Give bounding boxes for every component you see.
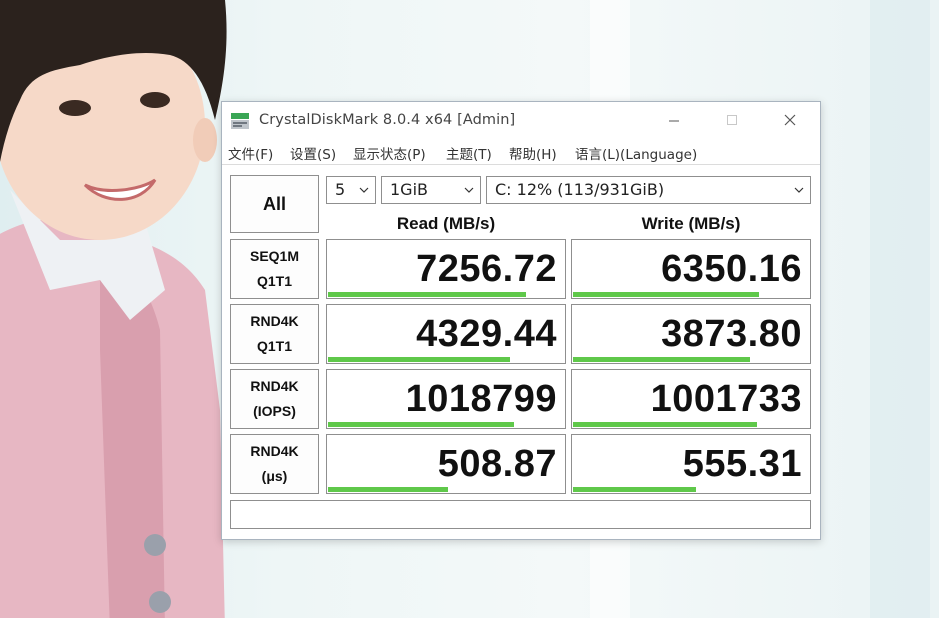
test-count-value: 5 bbox=[335, 180, 346, 199]
rnd4k-iops-test-button[interactable]: RND4K (IOPS) bbox=[230, 369, 319, 429]
write-column-header: Write (MB/s) bbox=[641, 214, 741, 233]
write-result-cell: 6350.16 bbox=[571, 239, 811, 299]
drive-value: C: 12% (113/931GiB) bbox=[495, 180, 665, 199]
rnd4k-q1t1-test-button[interactable]: RND4K Q1T1 bbox=[230, 304, 319, 364]
menu-help[interactable]: 帮助(H) bbox=[509, 143, 557, 163]
read-result-cell: 4329.44 bbox=[326, 304, 566, 364]
minimize-icon bbox=[669, 120, 679, 122]
write-result-cell: 1001733 bbox=[571, 369, 811, 429]
row-label-line2: Q1T1 bbox=[256, 338, 292, 354]
write-progress-bar bbox=[573, 357, 750, 362]
row-label-line1: RND4K bbox=[250, 313, 299, 329]
menu-theme[interactable]: 主题(T) bbox=[446, 143, 492, 163]
crystaldiskmark-window: CrystalDiskMark 8.0.4 x64 [Admin] 文件(F) … bbox=[221, 101, 821, 540]
test-size-value: 1GiB bbox=[390, 180, 428, 199]
write-result-value: 3873.80 bbox=[661, 313, 802, 355]
seq1m-q1t1-test-button[interactable]: SEQ1M Q1T1 bbox=[230, 239, 319, 299]
title-bar[interactable]: CrystalDiskMark 8.0.4 x64 [Admin] bbox=[222, 102, 820, 140]
test-count-select[interactable]: 5 bbox=[326, 176, 376, 204]
row-label-line2: (IOPS) bbox=[253, 403, 296, 419]
close-icon bbox=[784, 114, 796, 126]
write-progress-bar bbox=[573, 292, 759, 297]
read-result-value: 508.87 bbox=[437, 443, 557, 485]
window-title: CrystalDiskMark 8.0.4 x64 [Admin] bbox=[259, 112, 516, 128]
write-result-value: 1001733 bbox=[650, 378, 802, 420]
read-result-value: 4329.44 bbox=[416, 313, 557, 355]
maximize-icon bbox=[727, 115, 737, 125]
chevron-down-icon bbox=[794, 187, 804, 193]
read-result-value: 1018799 bbox=[405, 378, 557, 420]
menu-language[interactable]: 语言(L)(Language) bbox=[575, 143, 697, 163]
maximize-button[interactable] bbox=[710, 106, 754, 136]
child-photo bbox=[0, 0, 227, 618]
close-button[interactable] bbox=[768, 106, 812, 136]
row-label-line2: Q1T1 bbox=[256, 273, 292, 289]
chevron-down-icon bbox=[359, 187, 369, 193]
drive-select[interactable]: C: 12% (113/931GiB) bbox=[486, 176, 811, 204]
background-window-frame bbox=[870, 0, 930, 618]
read-result-cell: 1018799 bbox=[326, 369, 566, 429]
write-result-cell: 555.31 bbox=[571, 434, 811, 494]
menu-display-status[interactable]: 显示状态(P) bbox=[353, 143, 426, 163]
read-progress-bar bbox=[328, 422, 514, 427]
chevron-down-icon bbox=[464, 187, 474, 193]
menu-settings[interactable]: 设置(S) bbox=[290, 143, 336, 163]
menu-file[interactable]: 文件(F) bbox=[228, 143, 273, 163]
write-result-cell: 3873.80 bbox=[571, 304, 811, 364]
write-progress-bar bbox=[573, 422, 757, 427]
row-label-line1: RND4K bbox=[250, 378, 299, 394]
read-column-header: Read (MB/s) bbox=[396, 214, 496, 233]
write-result-value: 555.31 bbox=[682, 443, 802, 485]
read-progress-bar bbox=[328, 292, 526, 297]
read-result-cell: 7256.72 bbox=[326, 239, 566, 299]
rnd4k-latency-test-button[interactable]: RND4K (μs) bbox=[230, 434, 319, 494]
row-label-line1: SEQ1M bbox=[249, 248, 299, 264]
test-size-select[interactable]: 1GiB bbox=[381, 176, 481, 204]
read-result-cell: 508.87 bbox=[326, 434, 566, 494]
write-result-value: 6350.16 bbox=[661, 248, 802, 290]
write-progress-bar bbox=[573, 487, 696, 492]
read-result-value: 7256.72 bbox=[416, 248, 557, 290]
run-all-button[interactable]: All bbox=[230, 175, 319, 233]
comment-input[interactable] bbox=[230, 500, 811, 529]
menu-bar: 文件(F) 设置(S) 显示状态(P) 主题(T) 帮助(H) 语言(L)(La… bbox=[222, 140, 820, 165]
read-progress-bar bbox=[328, 487, 448, 492]
row-label-line1: RND4K bbox=[250, 443, 299, 459]
crystaldiskmark-icon bbox=[231, 113, 249, 129]
read-progress-bar bbox=[328, 357, 510, 362]
row-label-line2: (μs) bbox=[261, 468, 288, 484]
minimize-button[interactable] bbox=[652, 106, 696, 136]
